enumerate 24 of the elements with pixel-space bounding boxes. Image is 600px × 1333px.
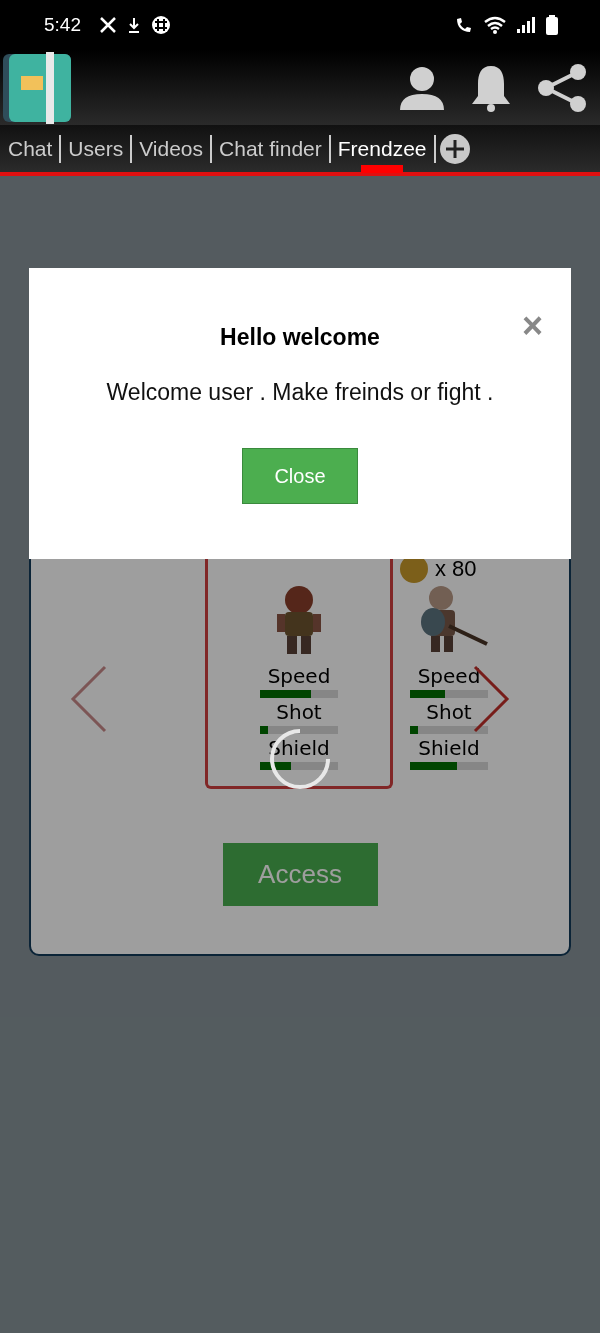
stat-label: Shot: [426, 699, 472, 726]
stat-label: Speed: [267, 663, 331, 690]
dialog-title: Hello welcome: [220, 324, 380, 351]
stat-label: Shot: [276, 699, 322, 726]
coin-price: x 80: [435, 556, 477, 582]
phone-wifi-icon: [454, 15, 474, 35]
stat-label: Shield: [418, 735, 480, 762]
download-icon: [127, 16, 141, 34]
stat-label: Speed: [417, 663, 481, 690]
notebook-icon[interactable]: [1, 51, 73, 124]
grid-circle-icon: [151, 15, 171, 35]
battery-icon: [546, 15, 558, 35]
nav-tab[interactable]: Frendzee: [333, 125, 431, 172]
nav-tab[interactable]: Users: [64, 125, 128, 172]
close-button[interactable]: ×: [521, 308, 543, 344]
clock: 5:42: [44, 14, 81, 36]
add-tab-icon[interactable]: [438, 132, 471, 165]
x-logo-icon: [99, 16, 117, 34]
dialog-message: Welcome user . Make freinds or fight .: [106, 379, 494, 406]
signal-icon: [516, 16, 536, 34]
wifi-icon: [484, 16, 506, 34]
nav-tab[interactable]: Chat: [4, 125, 57, 172]
nav-tab[interactable]: Videos: [135, 125, 208, 172]
nav-tab[interactable]: Chat finder: [215, 125, 326, 172]
